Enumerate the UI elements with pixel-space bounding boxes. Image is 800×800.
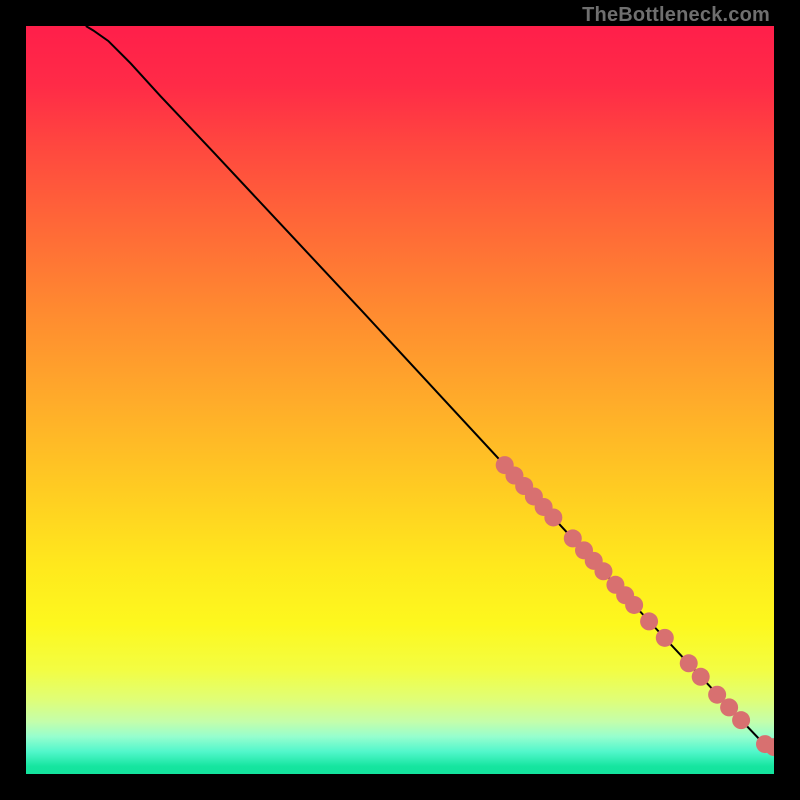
data-marker [680,654,698,672]
data-marker [594,562,612,580]
data-marker [544,508,562,526]
markers-group [496,456,774,756]
data-marker [692,668,710,686]
data-marker [656,629,674,647]
data-marker [732,711,750,729]
data-marker [625,596,643,614]
data-marker [640,612,658,630]
chart-svg [26,26,774,774]
attribution-label: TheBottleneck.com [582,4,770,27]
